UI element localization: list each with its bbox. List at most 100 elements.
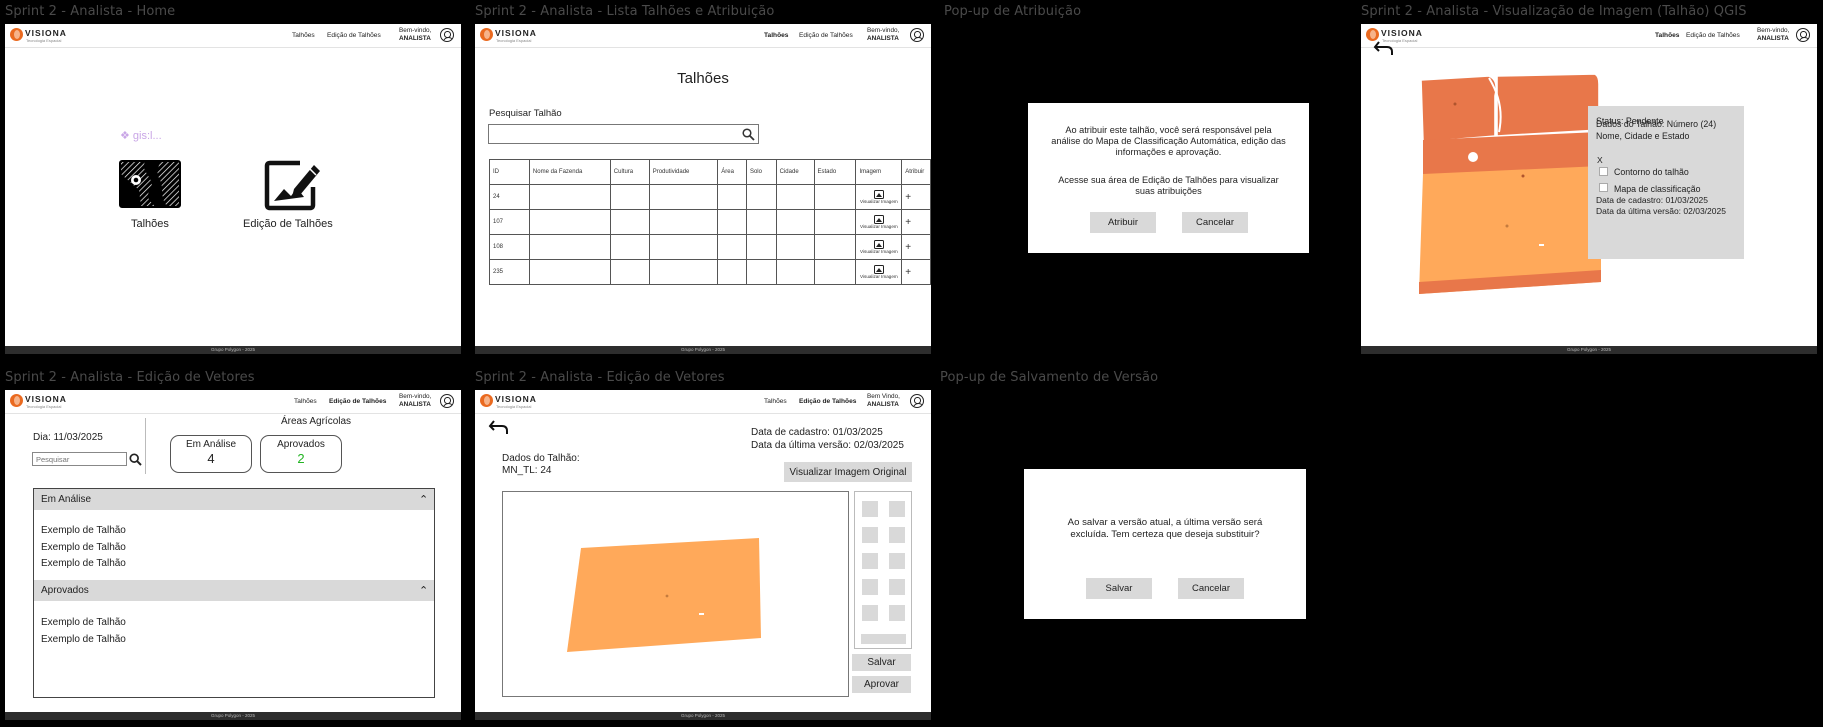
save-button[interactable]: Salvar — [1086, 578, 1152, 599]
visiona-logo-icon[interactable] — [10, 28, 23, 41]
tool-button[interactable] — [889, 579, 905, 595]
em-analise-section-header[interactable]: Em Análise ⌃ — [34, 489, 434, 510]
nav-talhoes[interactable]: Talhões — [292, 32, 315, 39]
tool-button[interactable] — [861, 634, 906, 644]
col-id: ID — [489, 159, 530, 185]
nav-talhoes[interactable]: Talhões — [764, 32, 788, 39]
nav-edicao-talhoes[interactable]: Edição de Talhões — [799, 398, 856, 405]
section-title: Em Análise — [41, 494, 92, 505]
visiona-logo-icon[interactable] — [480, 394, 493, 407]
cell-empty — [528, 234, 611, 260]
tile-talhoes-label[interactable]: Talhões — [131, 218, 169, 230]
list-item[interactable]: Exemplo de Talhão — [41, 632, 126, 649]
user-profile-icon[interactable] — [440, 394, 454, 408]
tool-button[interactable] — [862, 527, 878, 543]
assign-button[interactable]: + — [901, 259, 931, 285]
cancel-button[interactable]: Cancelar — [1182, 212, 1248, 233]
em-analise-card[interactable]: Em Análise 4 — [170, 435, 252, 473]
tool-button[interactable] — [889, 501, 905, 517]
gis-placeholder-text: ❖ gis:l... — [120, 130, 162, 142]
em-analise-card-label: Em Análise — [185, 439, 237, 450]
nav-edicao-talhoes[interactable]: Edição de Talhões — [799, 32, 853, 39]
tool-button[interactable] — [889, 553, 905, 569]
view-image-button[interactable]: Visualizar Imagem — [855, 209, 903, 235]
tool-button[interactable] — [862, 501, 878, 517]
col-produtividade: Produtividade — [648, 159, 719, 185]
editor-screen: VISIONA Tecnologia Espacial Talhões Ediç… — [475, 390, 931, 720]
areas-title: Áreas Agrícolas — [281, 416, 352, 427]
contorno-checkbox[interactable] — [1599, 167, 1608, 176]
search-icon[interactable] — [129, 453, 142, 466]
back-arrow-icon[interactable] — [488, 417, 510, 437]
list-item[interactable]: Exemplo de Talhão — [41, 540, 126, 557]
user-profile-icon[interactable] — [440, 28, 454, 42]
image-icon — [873, 265, 884, 274]
search-icon[interactable] — [742, 128, 755, 141]
cell-empty — [648, 184, 719, 210]
nav-edicao-talhoes[interactable]: Edição de Talhões — [327, 32, 381, 39]
list-item[interactable]: Exemplo de Talhão — [41, 556, 126, 573]
nav-talhoes[interactable]: Talhões — [1655, 32, 1679, 39]
nav-edicao-talhoes[interactable]: Edição de Talhões — [1686, 32, 1740, 39]
app-header: VISIONA Tecnologia Espacial Talhões Ediç… — [5, 390, 461, 414]
tool-button[interactable] — [862, 579, 878, 595]
vector-canvas[interactable] — [502, 491, 849, 697]
field-polygon[interactable] — [503, 492, 848, 696]
col-area: Área — [717, 159, 747, 185]
dialog-message: Ao salvar a versão atual, a última versã… — [1067, 517, 1263, 540]
tool-button[interactable] — [889, 527, 905, 543]
divider — [145, 418, 146, 474]
back-arrow-icon[interactable] — [1373, 38, 1395, 58]
visiona-logo-icon[interactable] — [10, 394, 23, 407]
view-original-image-button[interactable]: Visualizar Imagem Original — [784, 462, 912, 482]
tool-button[interactable] — [889, 605, 905, 621]
search-input[interactable] — [32, 452, 127, 466]
user-profile-icon[interactable] — [910, 28, 924, 42]
mapa-classificacao-checkbox[interactable] — [1599, 183, 1608, 192]
image-icon — [873, 215, 884, 224]
chevron-up-icon[interactable]: ⌃ — [419, 493, 428, 506]
approve-button[interactable]: Aprovar — [852, 676, 911, 693]
list-item[interactable]: Exemplo de Talhão — [41, 523, 126, 540]
nav-talhoes[interactable]: Talhões — [764, 398, 787, 405]
visiona-logo-icon[interactable] — [480, 28, 493, 41]
nav-talhoes[interactable]: Talhões — [294, 398, 317, 405]
cell-empty — [813, 259, 857, 285]
view-image-button[interactable]: Visualizar Imagem — [855, 184, 903, 210]
edit-image-icon — [264, 160, 320, 211]
talhoes-list-panel: Em Análise ⌃ Exemplo de Talhão Exemplo d… — [33, 488, 435, 698]
aprovados-card[interactable]: Aprovados 2 — [260, 435, 342, 473]
list-item[interactable]: Exemplo de Talhão — [41, 615, 126, 632]
welcome-greeting: Bem-vindo, — [867, 27, 900, 34]
cell-empty — [775, 184, 815, 210]
tile-edicao-talhoes[interactable] — [264, 159, 322, 216]
footer: Grupo Polygon - 2025 — [5, 346, 461, 354]
tile-talhoes[interactable] — [119, 160, 181, 213]
view-image-button[interactable]: Visualizar Imagem — [855, 259, 903, 285]
chevron-up-icon[interactable]: ⌃ — [419, 584, 428, 597]
search-input[interactable] — [488, 124, 759, 144]
assign-button[interactable]: + — [901, 209, 931, 235]
view-image-button[interactable]: Visualizar Imagem — [855, 234, 903, 260]
user-profile-icon[interactable] — [910, 394, 924, 408]
cell-id: 107 — [489, 209, 530, 235]
aprovados-section-header[interactable]: Aprovados ⌃ — [34, 580, 434, 601]
cell-empty — [745, 259, 777, 285]
em-analise-list: Exemplo de Talhão Exemplo de Talhão Exem… — [41, 523, 126, 573]
assign-button[interactable]: + — [901, 234, 931, 260]
cell-empty — [745, 234, 777, 260]
save-button[interactable]: Salvar — [852, 654, 911, 671]
cell-empty — [775, 209, 815, 235]
nav-edicao-talhoes[interactable]: Edição de Talhões — [329, 398, 386, 405]
tile-edicao-label[interactable]: Edição de Talhões — [243, 218, 333, 230]
atribuir-button[interactable]: Atribuir — [1090, 212, 1156, 233]
user-profile-icon[interactable] — [1796, 28, 1810, 42]
edicao-lista-screen: VISIONA Tecnologia Espacial Talhões Ediç… — [5, 390, 461, 720]
close-panel-button[interactable]: X — [1597, 155, 1603, 165]
cancel-button[interactable]: Cancelar — [1178, 578, 1244, 599]
brand-name: VISIONA — [495, 28, 537, 38]
tool-button[interactable] — [862, 605, 878, 621]
tool-button[interactable] — [862, 553, 878, 569]
assign-button[interactable]: + — [901, 184, 931, 210]
brand-name: VISIONA — [25, 394, 67, 404]
